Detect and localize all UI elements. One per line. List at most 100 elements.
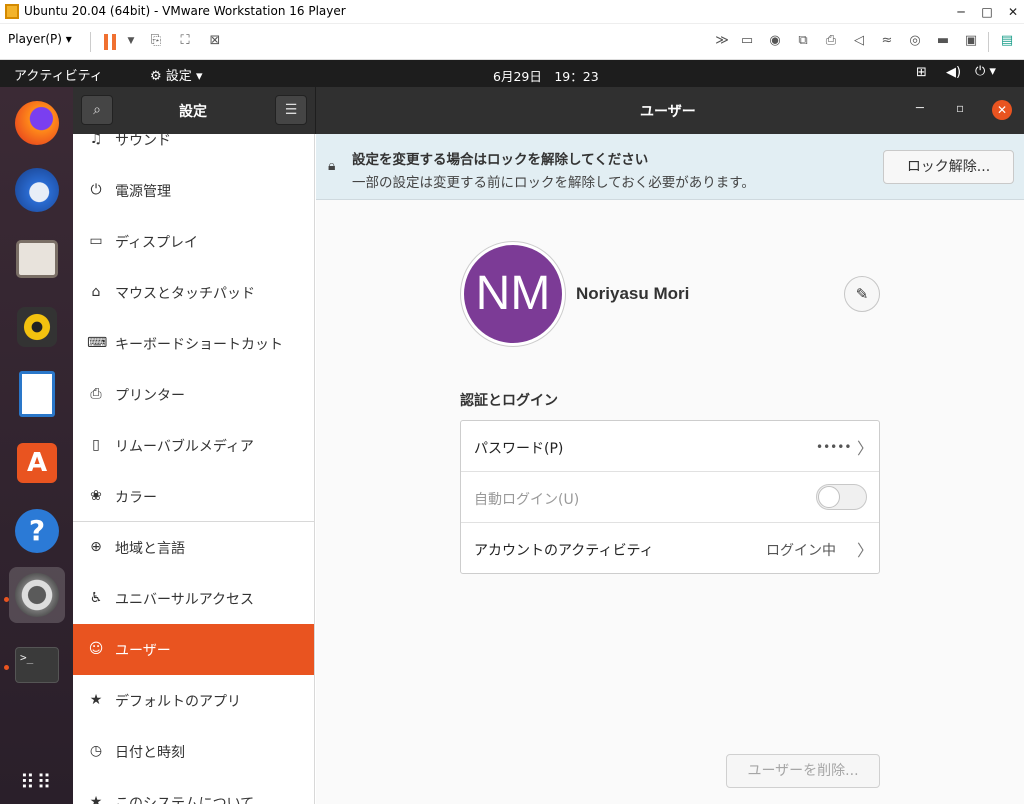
vmware-title-bar: Ubuntu 20.04 (64bit) - VMware Workstatio… (0, 0, 1024, 24)
window-minimize-button[interactable]: ─ (916, 101, 924, 116)
account-activity-label: アカウントのアクティビティ (474, 543, 654, 559)
power-icon: ⏻ (90, 182, 102, 198)
cd-dvd-icon[interactable]: ◉ (766, 32, 784, 50)
password-label: パスワード(P) (474, 441, 564, 457)
password-row[interactable]: パスワード(P) ••••• 〉 (461, 421, 879, 472)
window-close-button[interactable]: ✕ (992, 100, 1012, 120)
maximize-button[interactable]: □ (976, 2, 998, 22)
lock-icon: 🔒︎ (328, 158, 336, 174)
printer-icon[interactable]: ⎙ (822, 32, 840, 50)
display-icon[interactable]: ▣ (962, 32, 980, 50)
terminal-icon: >_ (15, 647, 59, 683)
unlock-button[interactable]: ロック解除... (883, 150, 1014, 184)
sidebar-item-display[interactable]: ▭ ディスプレイ (73, 216, 314, 267)
gnome-top-bar: アクティビティ ⚙ 設定 ▾ 6月29日 19：23 ⊞ ◀) ⏻ ▾ (0, 60, 1024, 87)
firefox-launcher[interactable] (9, 95, 65, 151)
printer-icon: ⎙ (90, 386, 102, 402)
software-launcher[interactable]: A (9, 435, 65, 491)
account-activity-row[interactable]: アカウントのアクティビティ ログイン中 〉 (461, 523, 879, 574)
globe-icon: ⊕ (90, 539, 102, 555)
sidebar-item-about[interactable]: ★ このシステムについて (73, 777, 314, 804)
send-ctrl-alt-del-icon[interactable]: ⎘ (147, 32, 165, 50)
fit-guest-icon[interactable]: ⛶ (176, 32, 194, 50)
running-indicator (4, 597, 9, 602)
libreoffice-writer-icon (19, 371, 55, 417)
settings-launcher[interactable] (9, 567, 65, 623)
autologin-row: 自動ログイン(U) (461, 472, 879, 523)
edit-name-button[interactable]: ✎ (844, 276, 880, 312)
terminal-launcher[interactable]: >_ (9, 639, 65, 695)
sidebar-item-sound[interactable]: ♫ サウンド (73, 134, 314, 165)
autologin-label: 自動ログイン(U) (474, 492, 580, 508)
sidebar-item-default-apps[interactable]: ★ デフォルトのアプリ (73, 675, 314, 726)
sidebar-item-users[interactable]: ☺ ユーザー (73, 624, 314, 675)
volume-icon[interactable]: ◀) (946, 65, 961, 80)
sidebar-item-accessibility[interactable]: ♿ ユニバーサルアクセス (73, 573, 314, 624)
delete-user-button[interactable]: ユーザーを削除... (726, 754, 880, 788)
dock: A ? >_ ⠿⠿ (0, 87, 73, 804)
firefox-icon (15, 101, 59, 145)
network-adapter-icon[interactable]: ⧉ (794, 32, 812, 50)
bluetooth-icon[interactable]: ≈ (878, 32, 896, 50)
help-launcher[interactable]: ? (9, 503, 65, 559)
gear-icon: ⚙ (150, 69, 162, 84)
chevron-right-icon: 〉 (857, 541, 874, 560)
rhythmbox-launcher[interactable] (9, 299, 65, 355)
pause-button[interactable] (102, 34, 118, 50)
sidebar-item-removable-media[interactable]: ▯ リムーバブルメディア (73, 420, 314, 471)
more-devices-icon[interactable]: ≫ (713, 32, 731, 50)
help-icon: ? (15, 509, 59, 553)
sidebar-item-color[interactable]: ❀ カラー (73, 471, 314, 522)
activities-button[interactable]: アクティビティ (14, 65, 103, 84)
autologin-toggle[interactable] (816, 484, 867, 510)
show-applications-icon[interactable]: ⠿⠿ (20, 772, 52, 801)
lock-banner-subtitle: 一部の設定は変更する前にロックを解除しておく必要があります。 (352, 175, 755, 191)
thunderbird-icon (15, 168, 59, 212)
password-dots: ••••• (816, 440, 852, 454)
toggle-knob (818, 486, 840, 508)
app-menu[interactable]: ⚙ 設定 ▾ (150, 65, 202, 84)
user-name: Noriyasu Mori (576, 284, 690, 303)
thunderbird-launcher[interactable] (9, 162, 65, 218)
sidebar-item-region[interactable]: ⊕ 地域と言語 (73, 522, 314, 573)
sound-card-icon[interactable]: ◁ (850, 32, 868, 50)
sidebar-item-date-time[interactable]: ◷ 日付と時刻 (73, 726, 314, 777)
music-note-icon: ♫ (89, 134, 103, 147)
sidebar-item-mouse[interactable]: ⌂ マウスとタッチパッド (73, 267, 314, 318)
accessibility-icon: ♿ (89, 590, 103, 606)
minimize-button[interactable]: ─ (950, 2, 972, 22)
star-icon: ★ (89, 794, 103, 804)
sidebar-item-power[interactable]: ⏻ 電源管理 (73, 165, 314, 216)
close-button[interactable]: ✕ (1002, 2, 1024, 22)
account-activity-value: ログイン中 (766, 543, 836, 559)
window-restore-button[interactable]: ▫ (956, 101, 964, 115)
running-indicator (4, 665, 9, 670)
auth-card: パスワード(P) ••••• 〉 自動ログイン(U) アカウントのアクティビティ… (460, 420, 880, 574)
player-menu[interactable]: Player(P) ▾ (8, 32, 72, 46)
files-icon (16, 240, 58, 278)
power-icon[interactable]: ⏻ ▾ (975, 64, 996, 79)
lock-banner-title: 設定を変更する場合はロックを解除してください (352, 152, 649, 168)
camera-icon[interactable]: ◎ (906, 32, 924, 50)
message-log-icon[interactable]: ▤ (998, 32, 1016, 50)
usb-icon[interactable]: ▬ (934, 32, 952, 50)
search-button[interactable]: ⌕ (81, 95, 113, 125)
network-icon[interactable]: ⊞ (916, 65, 927, 80)
lock-banner: 🔒︎ 設定を変更する場合はロックを解除してください 一部の設定は変更する前にロッ… (316, 134, 1024, 200)
clock[interactable]: 6月29日 19：23 (493, 66, 599, 85)
user-icon: ☺ (88, 641, 104, 657)
keyboard-icon: ⌨ (87, 335, 108, 351)
ubuntu-software-icon: A (17, 443, 57, 483)
hard-disk-icon[interactable]: ▭ (738, 32, 756, 50)
sidebar-title: 設定 (179, 104, 207, 120)
unity-icon[interactable]: ⊠ (206, 32, 224, 50)
sidebar-item-keyboard[interactable]: ⌨ キーボードショートカット (73, 318, 314, 369)
avatar-button[interactable]: NM (460, 241, 566, 347)
star-icon: ★ (89, 692, 103, 708)
writer-launcher[interactable] (9, 367, 65, 423)
menu-button[interactable]: ☰ (275, 95, 307, 125)
files-launcher[interactable] (9, 230, 65, 286)
rhythmbox-icon (17, 307, 57, 347)
pause-dropdown-icon[interactable]: ▼ (122, 32, 140, 50)
sidebar-item-printers[interactable]: ⎙ プリンター (73, 369, 314, 420)
